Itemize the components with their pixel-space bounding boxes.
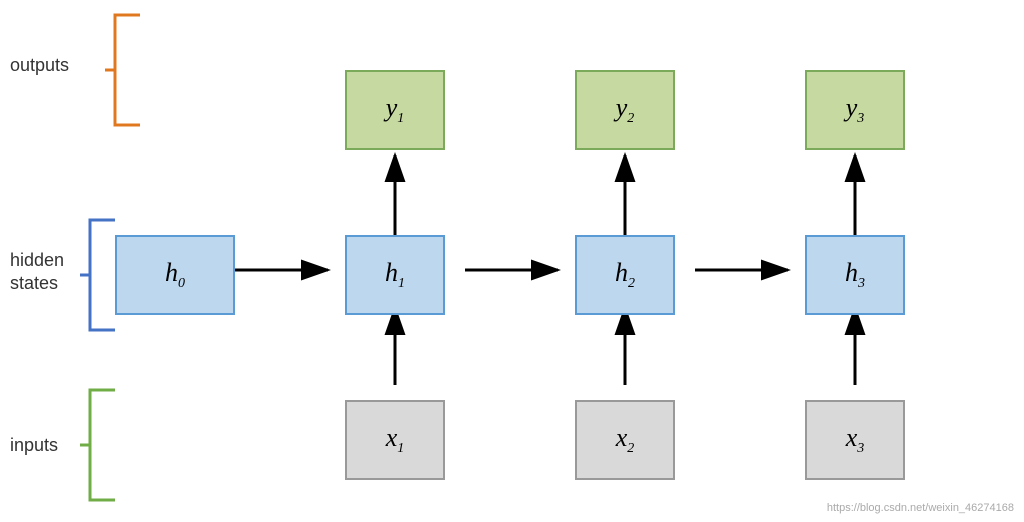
h1-sub: 1 [398,276,405,291]
box-y1: y1 [345,70,445,150]
rnn-diagram: y1 y2 y3 h0 h1 h2 h3 x1 x2 x3 outputs hi… [0,0,1024,522]
y1-label: y1 [386,93,405,127]
box-h2: h2 [575,235,675,315]
x1-label: x1 [386,423,405,457]
x2-sub: 2 [627,441,634,456]
box-h3: h3 [805,235,905,315]
y2-label: y2 [616,93,635,127]
box-h0: h0 [115,235,235,315]
y2-sub: 2 [627,111,634,126]
h0-sub: 0 [178,276,185,291]
box-y3: y3 [805,70,905,150]
inputs-label: inputs [10,435,58,456]
watermark: https://blog.csdn.net/weixin_46274168 [827,502,1014,514]
y3-label: y3 [846,93,865,127]
x3-sub: 3 [857,441,864,456]
x1-sub: 1 [397,441,404,456]
box-h1: h1 [345,235,445,315]
h3-sub: 3 [858,276,865,291]
h2-label: h2 [615,258,635,292]
box-x3: x3 [805,400,905,480]
x2-label: x2 [616,423,635,457]
h0-label: h0 [165,258,185,292]
hidden-states-label-1: hidden [10,250,64,271]
h2-sub: 2 [628,276,635,291]
h3-label: h3 [845,258,865,292]
outputs-bracket [100,10,150,130]
inputs-bracket [75,385,125,505]
box-x1: x1 [345,400,445,480]
box-y2: y2 [575,70,675,150]
x3-label: x3 [846,423,865,457]
y1-sub: 1 [397,111,404,126]
outputs-label: outputs [10,55,69,76]
y3-sub: 3 [857,111,864,126]
hidden-states-label-2: states [10,273,58,294]
box-x2: x2 [575,400,675,480]
h1-label: h1 [385,258,405,292]
